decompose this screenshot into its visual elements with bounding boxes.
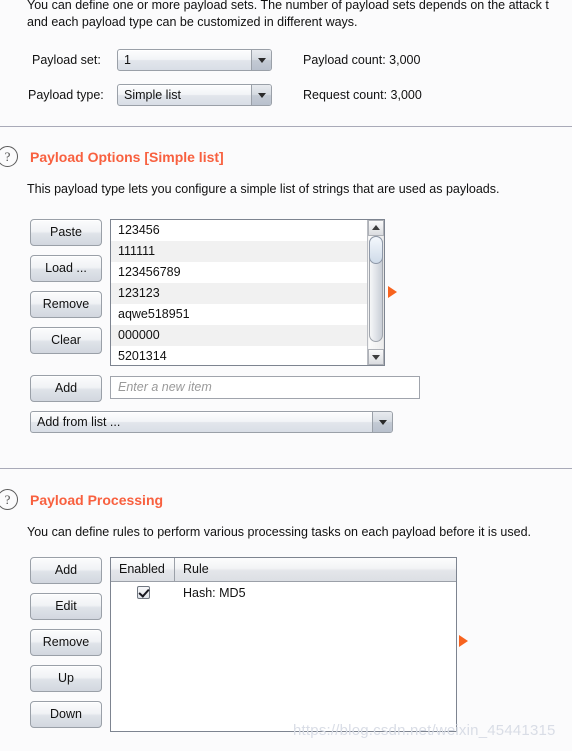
payload-processing-title: Payload Processing xyxy=(30,492,164,508)
payload-processing-description: You can define rules to perform various … xyxy=(27,525,531,539)
column-header-rule[interactable]: Rule xyxy=(175,558,456,581)
payload-type-label: Payload type: xyxy=(28,88,104,102)
paste-button[interactable]: Paste xyxy=(30,219,102,246)
list-item[interactable]: 000000 xyxy=(111,325,384,346)
payload-options-title: Payload Options [Simple list] xyxy=(30,149,224,165)
intro-line-2: and each payload type can be customized … xyxy=(27,15,358,29)
payload-processing-table[interactable]: Enabled Rule Hash: MD5 xyxy=(110,557,457,732)
list-item[interactable]: 5201314 xyxy=(111,346,384,365)
chevron-down-icon xyxy=(378,420,387,425)
list-item[interactable]: 123123 xyxy=(111,283,384,304)
payload-set-dropdown-button[interactable] xyxy=(251,50,271,70)
scroll-up-button[interactable] xyxy=(368,220,384,236)
chevron-down-icon xyxy=(257,58,266,63)
clear-button[interactable]: Clear xyxy=(30,327,102,354)
scrollbar-track[interactable] xyxy=(369,236,383,349)
triangle-down-icon xyxy=(372,355,380,360)
add-item-button[interactable]: Add xyxy=(30,375,102,402)
payload-type-combo[interactable]: Simple list xyxy=(117,84,272,106)
scroll-down-button[interactable] xyxy=(368,349,384,365)
column-header-enabled[interactable]: Enabled xyxy=(111,558,175,581)
list-item[interactable]: aqwe518951 xyxy=(111,304,384,325)
remove-button[interactable]: Remove xyxy=(30,291,102,318)
payload-list-scrollbar[interactable] xyxy=(367,220,384,365)
payload-set-label: Payload set: xyxy=(32,53,101,67)
rule-remove-button[interactable]: Remove xyxy=(30,629,102,656)
payload-set-combo[interactable]: 1 xyxy=(117,49,272,71)
payload-count-label: Payload count: 3,000 xyxy=(303,53,421,67)
chevron-down-icon xyxy=(257,93,266,98)
add-from-list-value: Add from list ... xyxy=(37,415,121,429)
rule-add-button[interactable]: Add xyxy=(30,557,102,584)
new-item-input[interactable]: Enter a new item xyxy=(110,376,420,399)
rule-enabled-checkbox[interactable] xyxy=(136,586,150,599)
list-item[interactable]: 123456 xyxy=(111,220,384,241)
intro-line-1: You can define one or more payload sets.… xyxy=(27,0,549,12)
rule-name-cell[interactable]: Hash: MD5 xyxy=(175,582,456,605)
table-marker-icon xyxy=(459,635,468,647)
help-icon[interactable]: ? xyxy=(0,489,18,510)
payload-list[interactable]: 123456 111111 123456789 123123 aqwe51895… xyxy=(110,219,385,366)
triangle-up-icon xyxy=(372,225,380,230)
scrollbar-thumb[interactable] xyxy=(369,236,383,342)
help-icon[interactable]: ? xyxy=(0,146,18,167)
list-marker-icon xyxy=(388,286,397,298)
table-header-row: Enabled Rule xyxy=(111,558,456,582)
payload-type-value: Simple list xyxy=(124,88,181,102)
table-row[interactable]: Hash: MD5 xyxy=(111,582,456,605)
rule-up-button[interactable]: Up xyxy=(30,665,102,692)
payload-type-dropdown-button[interactable] xyxy=(251,85,271,105)
list-item[interactable]: 111111 xyxy=(111,241,384,262)
load-button[interactable]: Load ... xyxy=(30,255,102,282)
list-item[interactable]: 123456789 xyxy=(111,262,384,283)
rule-enabled-cell[interactable] xyxy=(111,582,175,605)
section-divider-2 xyxy=(0,468,572,469)
watermark: https://blog.csdn.net/weixin_45441315 xyxy=(293,722,556,739)
rule-edit-button[interactable]: Edit xyxy=(30,593,102,620)
section-divider-1 xyxy=(0,126,572,127)
payload-options-description: This payload type lets you configure a s… xyxy=(27,182,500,196)
rule-down-button[interactable]: Down xyxy=(30,701,102,728)
add-from-list-dropdown-button[interactable] xyxy=(372,412,392,432)
request-count-label: Request count: 3,000 xyxy=(303,88,422,102)
payload-set-value: 1 xyxy=(124,53,131,67)
add-from-list-combo[interactable]: Add from list ... xyxy=(30,411,393,433)
